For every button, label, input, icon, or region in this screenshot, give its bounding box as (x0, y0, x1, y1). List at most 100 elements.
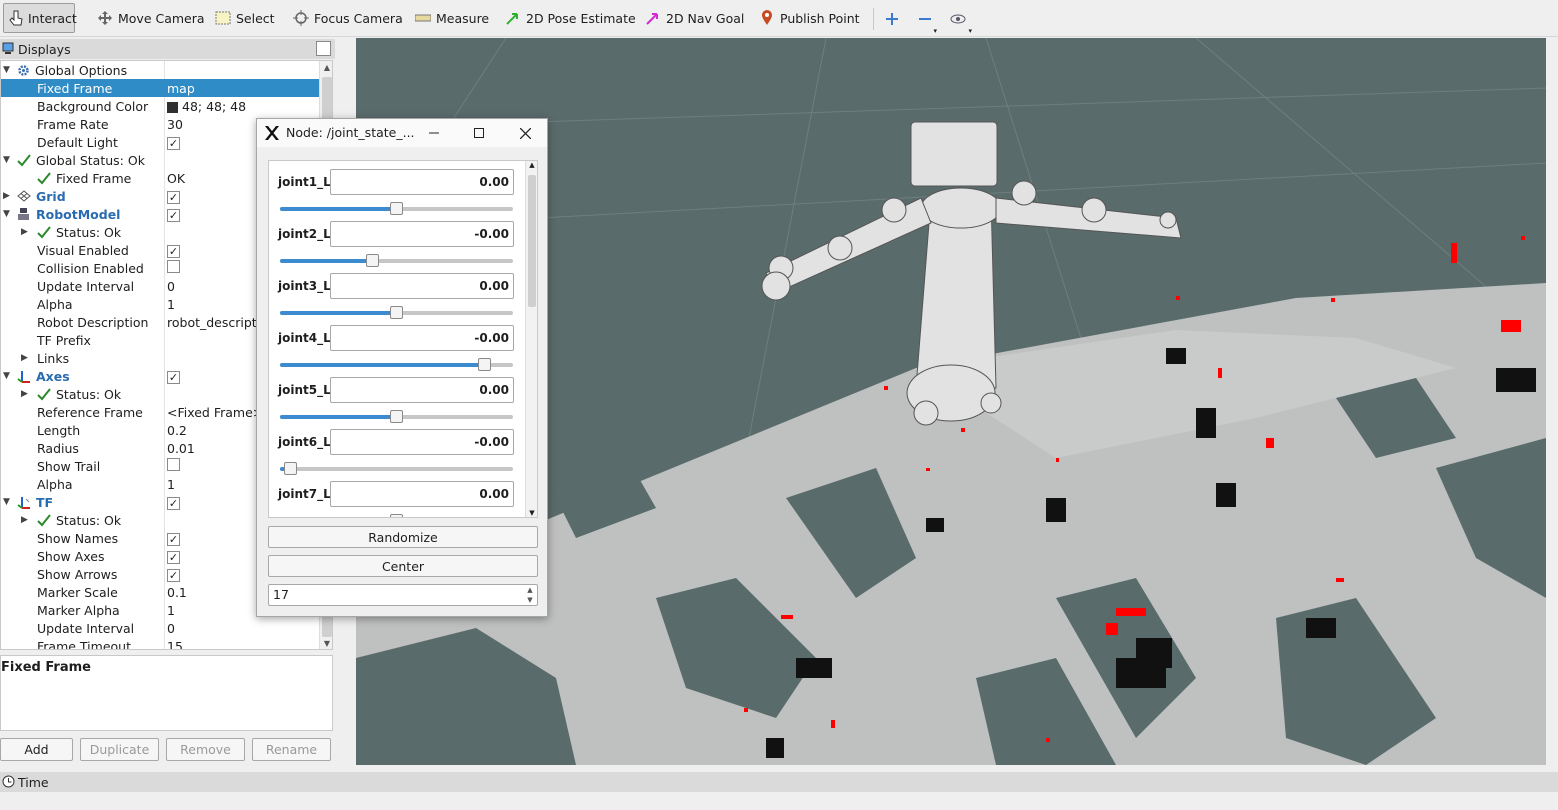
joint-slider[interactable] (280, 462, 513, 475)
maximize-icon[interactable] (470, 124, 488, 142)
joint-value-field[interactable]: 0.00 (330, 481, 514, 507)
tree-row-value[interactable]: ✓ (167, 531, 180, 546)
tree-row-value[interactable]: <Fixed Frame> (167, 405, 263, 420)
slider-handle[interactable] (366, 254, 379, 267)
tool-focus-camera[interactable]: Focus Camera (288, 3, 408, 33)
minus-icon[interactable]: ▾ (913, 7, 937, 35)
tree-row-value[interactable]: 30 (167, 117, 183, 132)
tree-row-value[interactable]: 0.01 (167, 441, 195, 456)
tree-row-value[interactable]: 1 (167, 603, 175, 618)
joint-value-field[interactable]: 0.00 (330, 377, 514, 403)
joint-value-field[interactable]: 0.00 (330, 169, 514, 195)
tree-row-value[interactable]: ✓ (167, 135, 180, 150)
slider-handle[interactable] (390, 202, 403, 215)
tree-row[interactable]: Frame Timeout 15 (1, 637, 319, 650)
expand-closed-icon[interactable]: ▶ (21, 227, 28, 237)
tree-row-value[interactable]: ✓ (167, 369, 180, 384)
eye-icon[interactable]: ▾ (946, 7, 972, 35)
tree-row-value[interactable] (167, 458, 180, 474)
tool-publish-point[interactable]: Publish Point (754, 3, 865, 33)
joint-slider[interactable] (280, 358, 513, 371)
spin-arrows-icon[interactable]: ▲ ▼ (523, 585, 537, 605)
color-swatch[interactable] (167, 101, 178, 113)
tree-row[interactable]: Fixed Frame map (1, 79, 319, 97)
expand-open-icon[interactable]: ▼ (3, 155, 10, 165)
slider-handle[interactable] (390, 410, 403, 423)
joint-value-field[interactable]: -0.00 (330, 429, 514, 455)
tree-row-value[interactable]: 0 (167, 279, 175, 294)
expand-closed-icon[interactable]: ▶ (21, 515, 28, 525)
tool-select[interactable]: Select (210, 3, 280, 33)
scroll-up-icon[interactable]: ▲ (526, 161, 537, 169)
tree-row[interactable]: ▼ Global Options (1, 61, 319, 79)
slider-track[interactable] (280, 467, 513, 471)
expand-closed-icon[interactable]: ▶ (21, 389, 28, 399)
tree-row-value[interactable]: 1 (167, 477, 175, 492)
tool-interact[interactable]: Interact (3, 3, 77, 33)
checkbox[interactable]: ✓ (167, 532, 180, 546)
joint-value-field[interactable]: -0.00 (330, 325, 514, 351)
tree-row[interactable]: Update Interval 0 (1, 619, 319, 637)
tree-row-value[interactable]: robot_descripti (167, 315, 260, 330)
tree-row-value[interactable]: 1 (167, 297, 175, 312)
tool-2d-nav-goal[interactable]: 2D Nav Goal (640, 3, 749, 33)
slider-handle[interactable] (284, 462, 297, 475)
rename-button[interactable]: Rename (252, 738, 331, 761)
slider-handle[interactable] (390, 306, 403, 319)
tree-row-value[interactable]: 0 (167, 621, 175, 636)
expand-open-icon[interactable]: ▼ (3, 371, 10, 381)
tree-row-value[interactable]: 48; 48; 48 (167, 99, 246, 114)
joint-slider[interactable] (280, 202, 513, 215)
joint-slider[interactable] (280, 306, 513, 319)
float-panel-button[interactable] (316, 41, 331, 56)
tree-row[interactable]: Background Color 48; 48; 48 (1, 97, 319, 115)
joint-slider[interactable] (280, 410, 513, 423)
duplicate-button[interactable]: Duplicate (80, 738, 159, 761)
tool-measure[interactable]: Measure (410, 3, 494, 33)
checkbox[interactable] (167, 260, 180, 273)
tree-row-value[interactable]: map (167, 81, 195, 96)
expand-closed-icon[interactable]: ▶ (21, 353, 28, 363)
checkbox[interactable]: ✓ (167, 496, 180, 510)
checkbox[interactable]: ✓ (167, 208, 180, 222)
tree-row-value[interactable]: ✓ (167, 567, 180, 582)
scroll-thumb[interactable] (528, 175, 536, 307)
expand-open-icon[interactable]: ▼ (3, 65, 10, 75)
joint-slider[interactable] (280, 254, 513, 267)
joints-scrollbar[interactable]: ▲ ▼ (525, 161, 537, 517)
expand-closed-icon[interactable]: ▶ (3, 191, 10, 201)
checkbox[interactable]: ✓ (167, 568, 180, 582)
dialog-titlebar[interactable]: Node: /joint_state_... (257, 119, 547, 147)
tree-row-value[interactable]: 15 (167, 639, 183, 650)
tree-row-value[interactable] (167, 260, 180, 276)
expand-open-icon[interactable]: ▼ (3, 209, 10, 219)
slider-handle[interactable] (478, 358, 491, 371)
joint-value-field[interactable]: -0.00 (330, 221, 514, 247)
tool-move-camera[interactable]: Move Camera (92, 3, 210, 33)
tree-row-value[interactable]: ✓ (167, 495, 180, 510)
scroll-down-icon[interactable]: ▼ (320, 637, 332, 649)
tree-row-value[interactable]: 0.2 (167, 423, 187, 438)
checkbox[interactable]: ✓ (167, 370, 180, 384)
expand-open-icon[interactable]: ▼ (3, 497, 10, 507)
scroll-up-icon[interactable]: ▲ (320, 61, 332, 75)
tree-row-value[interactable]: ✓ (167, 549, 180, 564)
tree-row-value[interactable]: ✓ (167, 189, 180, 204)
checkbox[interactable]: ✓ (167, 244, 180, 258)
joint-slider[interactable] (280, 514, 513, 517)
tree-row-value[interactable]: OK (167, 171, 185, 186)
randomize-button[interactable]: Randomize (268, 526, 538, 548)
checkbox[interactable]: ✓ (167, 550, 180, 564)
tool-2d-pose-estimate[interactable]: 2D Pose Estimate (500, 3, 641, 33)
slider-handle[interactable] (390, 514, 403, 517)
minimize-icon[interactable] (425, 124, 443, 142)
tree-row-value[interactable]: 0.1 (167, 585, 187, 600)
checkbox[interactable] (167, 458, 180, 471)
scroll-down-icon[interactable]: ▼ (526, 509, 537, 517)
joint-value-field[interactable]: 0.00 (330, 273, 514, 299)
close-icon[interactable] (516, 124, 534, 142)
tree-row-value[interactable]: ✓ (167, 243, 180, 258)
checkbox[interactable]: ✓ (167, 190, 180, 204)
center-button[interactable]: Center (268, 555, 538, 577)
joint-count-spinbox[interactable]: 17 ▲ ▼ (268, 584, 538, 606)
